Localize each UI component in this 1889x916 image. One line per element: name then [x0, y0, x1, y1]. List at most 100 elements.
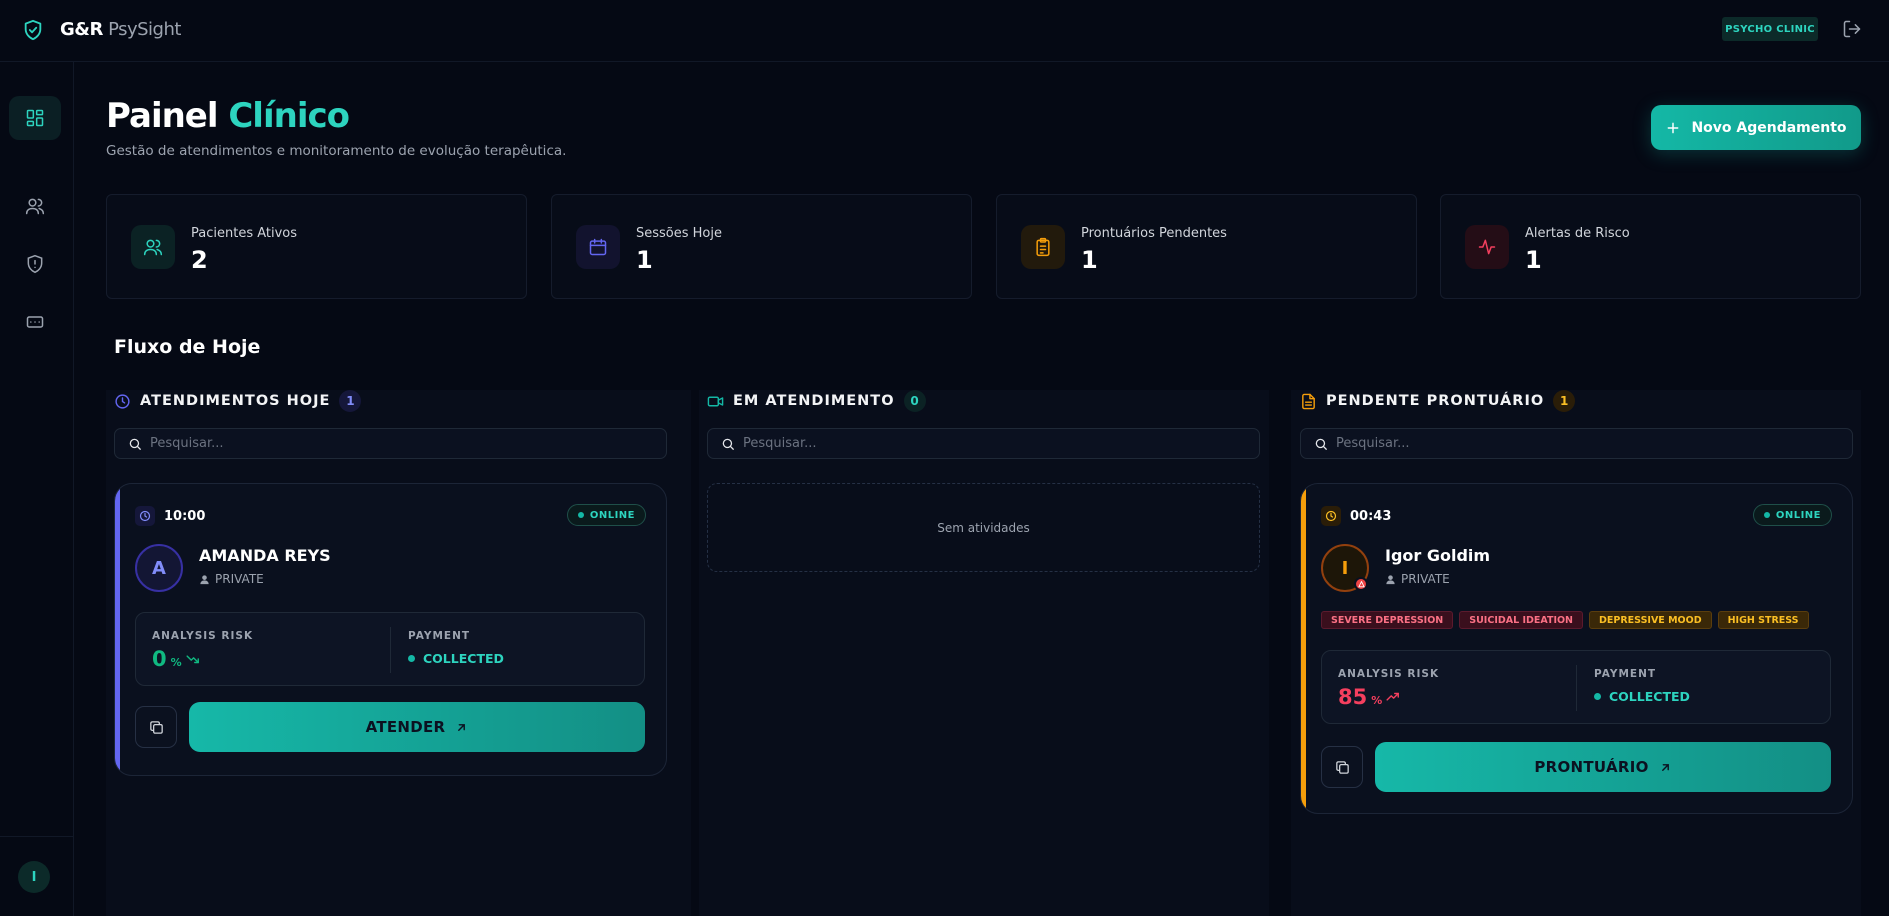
user-avatar[interactable]: I [18, 861, 50, 893]
stat-card-sessions-today: Sessões Hoje 1 [551, 194, 972, 299]
new-appointment-button[interactable]: Novo Agendamento [1651, 105, 1861, 150]
patient-name: AMANDA REYS [199, 546, 331, 565]
payment-value: COLLECTED [1594, 689, 1690, 704]
shield-check-icon[interactable] [22, 18, 44, 42]
metric-divider [390, 627, 391, 673]
patient-card[interactable]: 00:43 ONLINE I Igor Goldim PRIVATE SEVER… [1300, 483, 1853, 814]
stat-label: Alertas de Risco [1525, 226, 1630, 241]
payment-dot [408, 655, 415, 662]
card-accent [115, 484, 120, 775]
avatar-initial: I [1341, 557, 1349, 579]
column-count: 0 [903, 390, 926, 412]
payment-dot [1594, 693, 1601, 700]
card-icon [26, 316, 44, 328]
risk-number: 0 [152, 647, 167, 671]
logout-icon[interactable] [1842, 19, 1862, 39]
video-icon [707, 396, 724, 406]
attend-button[interactable]: ATENDER [189, 702, 645, 752]
brand-light: PsySight [102, 19, 181, 40]
avatar-initial: A [152, 557, 166, 579]
arrow-up-right-icon [458, 723, 466, 731]
copy-button[interactable] [1321, 746, 1363, 788]
search-input[interactable] [150, 436, 650, 451]
plus-icon [1668, 122, 1679, 133]
payment-label: PAYMENT [408, 630, 471, 642]
search-icon [722, 438, 734, 450]
empty-state: Sem atividades [707, 483, 1260, 572]
search-icon [129, 438, 141, 450]
flow-title: Fluxo de Hoje [114, 336, 261, 358]
clock-icon [1321, 506, 1341, 526]
risk-label: ANALYSIS RISK [1338, 668, 1440, 680]
payment-text: COLLECTED [1609, 689, 1690, 704]
shield-alert-icon [27, 254, 43, 274]
patient-type-text: PRIVATE [215, 572, 264, 586]
risk-number: 85 [1338, 685, 1368, 709]
risk-value: 0 % [152, 647, 200, 671]
appointment-time: 10:00 [135, 506, 205, 526]
status-badge: ONLINE [566, 504, 646, 526]
payment-label: PAYMENT [1594, 668, 1657, 680]
tag-high-stress: HIGH STRESS [1717, 611, 1809, 629]
patient-card[interactable]: 10:00 ONLINE A AMANDA REYS PRIVATE ANALY… [114, 483, 667, 776]
stat-label: Sessões Hoje [636, 226, 722, 241]
search-input[interactable] [1336, 436, 1836, 451]
payment-value: COLLECTED [408, 651, 504, 666]
column-header-today: ATENDIMENTOS HOJE 1 [114, 390, 362, 412]
search-field-pending-record [1300, 428, 1853, 459]
arrow-up-right-icon [1661, 763, 1669, 771]
copy-icon [149, 720, 163, 734]
diagnosis-tags: SEVERE DEPRESSION SUICIDAL IDEATION DEPR… [1321, 611, 1809, 629]
patient-type: PRIVATE [199, 572, 264, 586]
stat-value: 1 [1081, 246, 1098, 274]
page-title-part2: Clínico [228, 96, 350, 136]
column-count: 1 [339, 390, 362, 412]
copy-icon [1335, 760, 1349, 774]
metrics-panel: ANALYSIS RISK 85 % PAYMENT COLLECTED [1321, 650, 1831, 724]
page-subtitle: Gestão de atendimentos e monitoramento d… [106, 143, 567, 159]
status-dot [577, 512, 584, 518]
status-badge: ONLINE [1752, 504, 1832, 526]
brand-bold: G&R [60, 19, 103, 40]
stat-card-risk-alerts: Alertas de Risco 1 [1440, 194, 1861, 299]
patient-name: Igor Goldim [1385, 546, 1491, 565]
column-in-session [699, 390, 1269, 916]
clock-icon [115, 393, 130, 409]
trending-up-icon [1386, 692, 1400, 701]
clipboard-icon [1021, 225, 1065, 269]
payment-text: COLLECTED [423, 651, 504, 666]
sidebar-item-billing[interactable] [9, 300, 61, 344]
activity-icon [1465, 225, 1509, 269]
status-text: ONLINE [1775, 509, 1821, 521]
column-title: PENDENTE PRONTUÁRIO [1326, 393, 1545, 409]
page-title: Painel Clínico [106, 96, 350, 136]
search-input[interactable] [743, 436, 1243, 451]
appointment-time: 00:43 [1321, 506, 1391, 526]
tag-suicidal-ideation: SUICIDAL IDEATION [1459, 611, 1584, 629]
medical-record-button[interactable]: PRONTUÁRIO [1375, 742, 1831, 792]
user-icon [200, 574, 209, 584]
sidebar-item-security[interactable] [9, 242, 61, 286]
sidebar-item-patients[interactable] [9, 184, 61, 228]
avatar: I [1321, 544, 1369, 592]
time-text: 10:00 [164, 508, 206, 524]
column-title: EM ATENDIMENTO [733, 393, 895, 409]
users-icon [25, 198, 45, 215]
risk-unit: % [170, 656, 182, 669]
stat-value: 1 [1525, 246, 1542, 274]
sidebar-divider [0, 836, 74, 837]
patient-type: PRIVATE [1385, 572, 1450, 586]
search-icon [1315, 438, 1327, 450]
sidebar-item-dashboard[interactable] [9, 96, 61, 140]
brand-name[interactable]: G&R PsySight [60, 18, 181, 42]
clinic-badge: PSYCHO CLINIC [1722, 17, 1818, 41]
column-header-in-session: EM ATENDIMENTO 0 [707, 390, 926, 412]
alert-icon [1354, 577, 1368, 591]
user-icon [1386, 574, 1395, 584]
top-bar: G&R PsySight PSYCHO CLINIC [0, 0, 1889, 62]
attend-label: ATENDER [365, 718, 446, 736]
copy-button[interactable] [135, 706, 177, 748]
stat-label: Prontuários Pendentes [1081, 226, 1227, 241]
tag-severe-depression: SEVERE DEPRESSION [1321, 611, 1454, 629]
patient-type-text: PRIVATE [1401, 572, 1450, 586]
